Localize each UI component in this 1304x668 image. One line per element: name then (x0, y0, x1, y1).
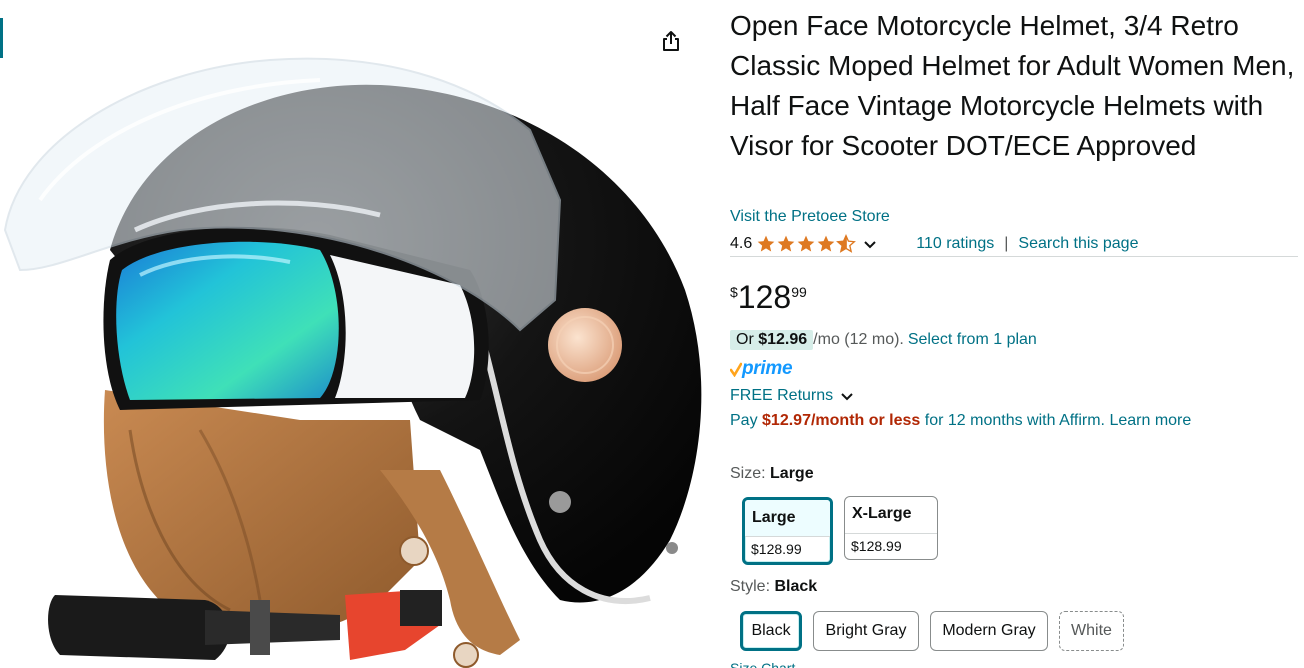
style-label-text: Style: (730, 578, 771, 595)
monthly-prefix: Or (736, 331, 754, 348)
price-whole: 128 (737, 279, 792, 315)
size-label: Size: Large (730, 465, 814, 483)
size-option-large[interactable]: Large $128.99 (742, 497, 833, 565)
chevron-down-icon (864, 241, 876, 249)
rating-value: 4.6 (730, 235, 753, 252)
chevron-down-icon (841, 393, 853, 401)
style-label: Style: Black (730, 578, 817, 596)
style-option-bright-gray[interactable]: Bright Gray (813, 611, 919, 651)
search-page-link[interactable]: Search this page (1018, 235, 1138, 253)
product-image-pane (0, 0, 710, 668)
price-fraction: 99 (791, 284, 807, 300)
monthly-suffix: /mo (12 mo). (813, 331, 904, 348)
star-icon (777, 235, 795, 252)
price: $ 128 99 (730, 280, 807, 314)
divider (730, 256, 1298, 257)
size-option-price: $128.99 (745, 536, 830, 562)
affirm-learn-more-link[interactable]: Learn more (1109, 412, 1191, 429)
monthly-highlight: Or $12.96 (730, 330, 814, 350)
monthly-payment: Or $12.96 /mo (12 mo). Select from 1 pla… (730, 330, 1037, 350)
style-option-modern-gray[interactable]: Modern Gray (930, 611, 1048, 651)
size-option-price: $128.99 (845, 533, 937, 559)
prime-badge[interactable]: prime (730, 358, 793, 380)
size-label-text: Size: (730, 465, 766, 482)
affirm-amount: $12.97/month or less (762, 412, 921, 429)
affirm-middle: for 12 months with Affirm. (924, 412, 1105, 429)
size-selected-value: Large (770, 465, 814, 482)
style-selected-value: Black (774, 578, 818, 595)
prime-check-icon (730, 362, 742, 377)
free-returns[interactable]: FREE Returns (730, 387, 855, 405)
star-icon (817, 235, 835, 252)
free-returns-label: FREE Returns (730, 387, 834, 404)
price-symbol: $ (730, 284, 738, 300)
product-image[interactable] (0, 40, 710, 668)
size-option-name: X-Large (852, 505, 912, 522)
affirm-financing: Pay $12.97/month or less for 12 months w… (730, 412, 1191, 430)
style-option-black[interactable]: Black (740, 611, 802, 651)
style-option-white[interactable]: White (1059, 611, 1124, 651)
star-rating[interactable] (756, 234, 857, 254)
size-option-name: Large (752, 509, 796, 526)
rating-popover-toggle[interactable] (862, 236, 878, 252)
prime-label: prime (742, 358, 793, 379)
size-option-x-large[interactable]: X-Large $128.99 (844, 496, 938, 560)
select-plan-link[interactable]: Select from 1 plan (908, 331, 1037, 349)
ratings-count-link[interactable]: 110 ratings (916, 235, 994, 253)
half-star-icon (836, 234, 857, 253)
rating-row: 4.6 110 ratings | Search this page (730, 233, 1138, 255)
star-icon (757, 235, 775, 252)
rating-separator: | (1004, 235, 1009, 252)
product-title: Open Face Motorcycle Helmet, 3/4 Retro C… (730, 10, 1295, 161)
store-link[interactable]: Visit the Pretoee Store (730, 208, 890, 226)
size-chart-link[interactable]: Size Chart (730, 660, 795, 668)
affirm-prefix: Pay (730, 412, 758, 429)
monthly-amount: $12.96 (758, 331, 808, 348)
star-icon (797, 235, 815, 252)
